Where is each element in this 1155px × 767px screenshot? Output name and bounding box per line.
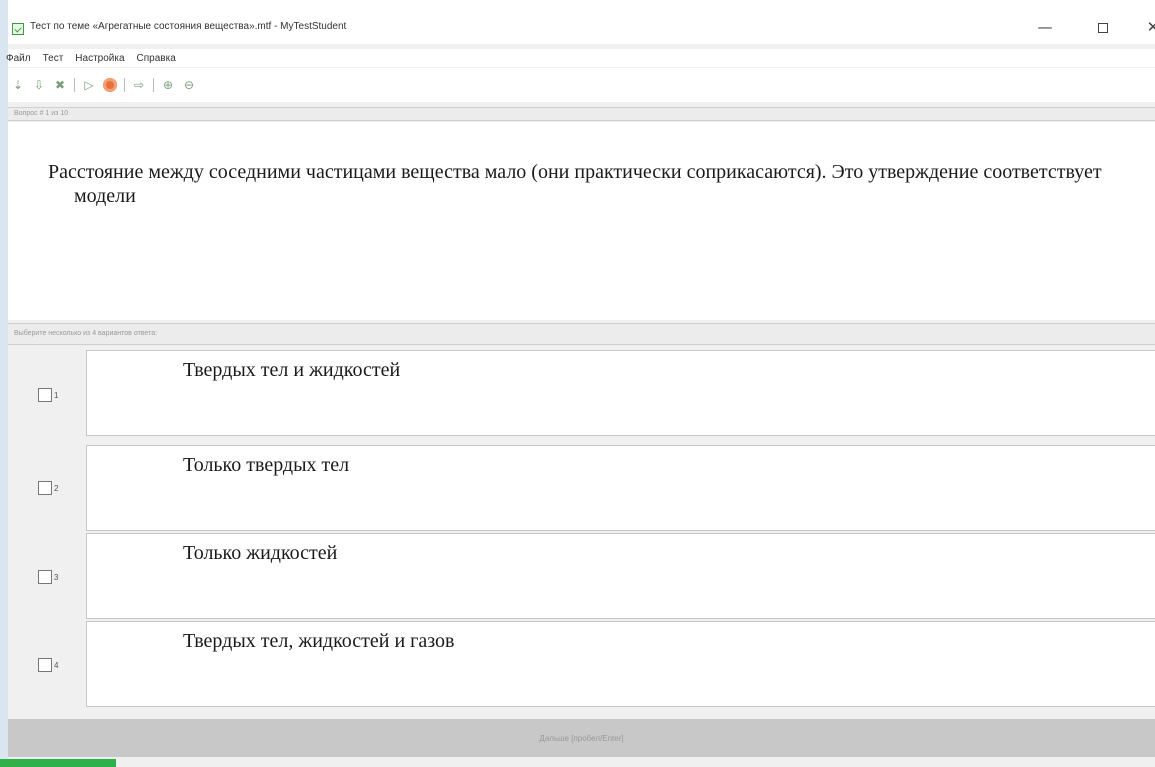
answer-option[interactable]: 3 Только жидкостей	[8, 533, 1155, 621]
zoom-out-icon[interactable]: ⊖	[181, 77, 197, 93]
toolbar: ⇣ ⇩ ✖ ▷ ⇨ ⊕ ⊖	[8, 68, 1155, 102]
app-window: Тест по теме «Агрегатные состояния вещес…	[6, 0, 1155, 767]
answer-box[interactable]: Твердых тел, жидкостей и газов	[86, 621, 1155, 707]
record-button[interactable]	[102, 77, 118, 93]
menu-bar: Файл Тест Настройка Справка	[6, 49, 1155, 67]
play-icon[interactable]: ▷	[81, 77, 97, 93]
record-icon	[103, 78, 117, 92]
question-panel: Расстояние между соседними частицами вещ…	[8, 122, 1155, 320]
menu-settings[interactable]: Настройка	[73, 53, 130, 64]
answer-option[interactable]: 1 Твердых тел и жидкостей	[8, 350, 1155, 438]
answer-list: 1 Твердых тел и жидкостей 2 Только тверд…	[8, 350, 1155, 712]
next-button[interactable]: Дальше [пробел/Enter]	[8, 719, 1155, 757]
cancel-icon[interactable]: ✖	[52, 77, 68, 93]
menu-file[interactable]: Файл	[6, 53, 37, 64]
answer-checkbox[interactable]	[38, 388, 52, 402]
answer-checkbox[interactable]	[38, 481, 52, 495]
menu-help[interactable]: Справка	[135, 53, 182, 64]
progress-bar	[0, 759, 116, 767]
question-counter: Вопрос # 1 из 10	[8, 107, 1155, 121]
title-bar: Тест по теме «Агрегатные состояния вещес…	[8, 0, 1155, 44]
answer-box[interactable]: Только жидкостей	[86, 533, 1155, 619]
answer-text: Только твердых тел	[183, 454, 350, 476]
close-button[interactable]: ✕	[1138, 16, 1155, 38]
answer-text: Твердых тел, жидкостей и газов	[183, 630, 455, 652]
toolbar-divider	[124, 78, 125, 92]
minimize-button[interactable]: —	[1030, 16, 1060, 38]
first-icon[interactable]: ⇣	[10, 77, 26, 93]
toolbar-divider	[153, 78, 154, 92]
toolbar-divider	[74, 78, 75, 92]
zoom-in-icon[interactable]: ⊕	[160, 77, 176, 93]
answer-box[interactable]: Только твердых тел	[86, 445, 1155, 531]
answer-checkbox[interactable]	[38, 658, 52, 672]
answer-text: Твердых тел и жидкостей	[183, 359, 401, 381]
answer-number: 2	[54, 484, 59, 493]
maximize-button[interactable]	[1088, 16, 1118, 38]
window-title: Тест по теме «Агрегатные состояния вещес…	[30, 21, 347, 32]
answer-number: 3	[54, 573, 59, 582]
export-icon[interactable]: ⇨	[131, 77, 147, 93]
answer-number: 4	[54, 661, 59, 670]
answer-number: 1	[54, 391, 59, 400]
down-icon[interactable]: ⇩	[31, 77, 47, 93]
question-text: Расстояние между соседними частицами вещ…	[48, 161, 1102, 207]
answer-box[interactable]: Твердых тел и жидкостей	[86, 350, 1155, 436]
answer-instruction: Выберите несколько из 4 вариантов ответа…	[8, 323, 1155, 345]
answer-option[interactable]: 2 Только твердых тел	[8, 445, 1155, 533]
app-logo-icon	[12, 23, 24, 35]
menu-test[interactable]: Тест	[41, 53, 70, 64]
maximize-icon	[1098, 22, 1108, 33]
answer-checkbox[interactable]	[38, 570, 52, 584]
answer-text: Только жидкостей	[183, 542, 338, 564]
answer-option[interactable]: 4 Твердых тел, жидкостей и газов	[8, 621, 1155, 709]
